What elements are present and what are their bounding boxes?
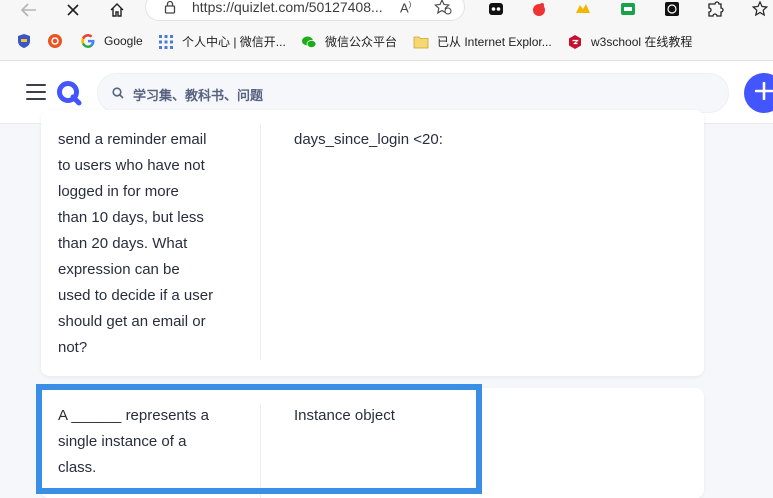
- stop-loading-icon[interactable]: [62, 0, 84, 20]
- term-line: to users who have not: [58, 157, 205, 174]
- extension-icon[interactable]: [531, 1, 547, 17]
- term-line: than 20 days. What: [58, 235, 188, 252]
- bookmark-w3school[interactable]: w3school 在线教程: [567, 33, 692, 50]
- bookmark-label: Google: [104, 34, 143, 48]
- extension-icon[interactable]: [664, 1, 680, 17]
- search-icon: [112, 86, 124, 104]
- create-button[interactable]: [744, 73, 773, 113]
- lock-icon[interactable]: [164, 0, 176, 19]
- back-arrow-icon[interactable]: [18, 0, 40, 20]
- term-card: A ______ represents a single instance of…: [41, 388, 704, 498]
- term-line: expression can be: [58, 261, 180, 278]
- search-input[interactable]: 学习集、教科书、问题: [97, 73, 729, 113]
- extension-icon[interactable]: [620, 1, 636, 17]
- bookmark-label: 已从 Internet Explor...: [437, 35, 552, 49]
- card-divider: [260, 124, 261, 360]
- term-card: send a reminder email to users who have …: [41, 110, 704, 376]
- quizlet-logo-icon[interactable]: [56, 80, 82, 106]
- wechat-icon: [301, 34, 317, 50]
- term-line: logged in for more: [58, 183, 179, 200]
- favorites-icon[interactable]: [751, 0, 769, 17]
- address-bar[interactable]: https://quizlet.com/50127408... A): [146, 0, 464, 20]
- add-favorite-icon[interactable]: [433, 0, 452, 20]
- extension-icon[interactable]: [488, 1, 504, 17]
- bookmark-label: w3school 在线教程: [591, 35, 693, 49]
- card-divider: [260, 404, 261, 498]
- search-placeholder: 学习集、教科书、问题: [133, 88, 264, 103]
- home-icon[interactable]: [106, 0, 128, 20]
- bookmark-wechat-mp[interactable]: 微信公众平台: [301, 33, 397, 50]
- term-line: send a reminder email: [58, 131, 207, 148]
- bookmark-google[interactable]: Google: [80, 33, 143, 49]
- term-line: should get an email or: [58, 313, 206, 330]
- bookmark-label: 个人中心 | 微信开...: [182, 35, 286, 49]
- term-line: than 10 days, but less: [58, 209, 204, 226]
- google-icon: [80, 33, 96, 49]
- bookmarks-bar: Google 个人中心 | 微信开... 微信公众平台 已从 Internet …: [0, 22, 773, 61]
- bookmark-shield[interactable]: [16, 33, 40, 49]
- term-line: class.: [58, 459, 97, 476]
- extensions-puzzle-icon[interactable]: [706, 1, 724, 17]
- extension-icon[interactable]: [574, 1, 590, 17]
- term-text: send a reminder email to users who have …: [58, 127, 238, 361]
- bookmark-label: 微信公众平台: [325, 35, 398, 49]
- w3school-icon: [567, 34, 583, 50]
- bookmark-ie-folder[interactable]: 已从 Internet Explor...: [413, 33, 552, 50]
- definition-text: Instance object: [294, 407, 395, 424]
- definition-text: days_since_login <20:: [294, 131, 443, 148]
- url-text: https://quizlet.com/50127408...: [192, 0, 383, 15]
- browser-toolbar: https://quizlet.com/50127408... A): [0, 0, 773, 22]
- read-aloud-icon[interactable]: A): [400, 0, 411, 15]
- folder-icon: [413, 34, 429, 50]
- term-line: A ______ represents a: [58, 407, 209, 424]
- shield-icon: [16, 33, 32, 49]
- apps-grid-icon: [158, 34, 174, 50]
- term-text: A ______ represents a single instance of…: [58, 403, 238, 481]
- term-line: single instance of a: [58, 433, 187, 450]
- term-line: used to decide if a user: [58, 287, 214, 304]
- bookmark-wechat-dev[interactable]: 个人中心 | 微信开...: [158, 33, 286, 50]
- term-line: not?: [58, 339, 88, 356]
- menu-icon[interactable]: [26, 84, 46, 100]
- plus-icon: [754, 81, 773, 105]
- ubuntu-icon: [47, 33, 63, 49]
- bookmark-ubuntu[interactable]: [47, 33, 71, 49]
